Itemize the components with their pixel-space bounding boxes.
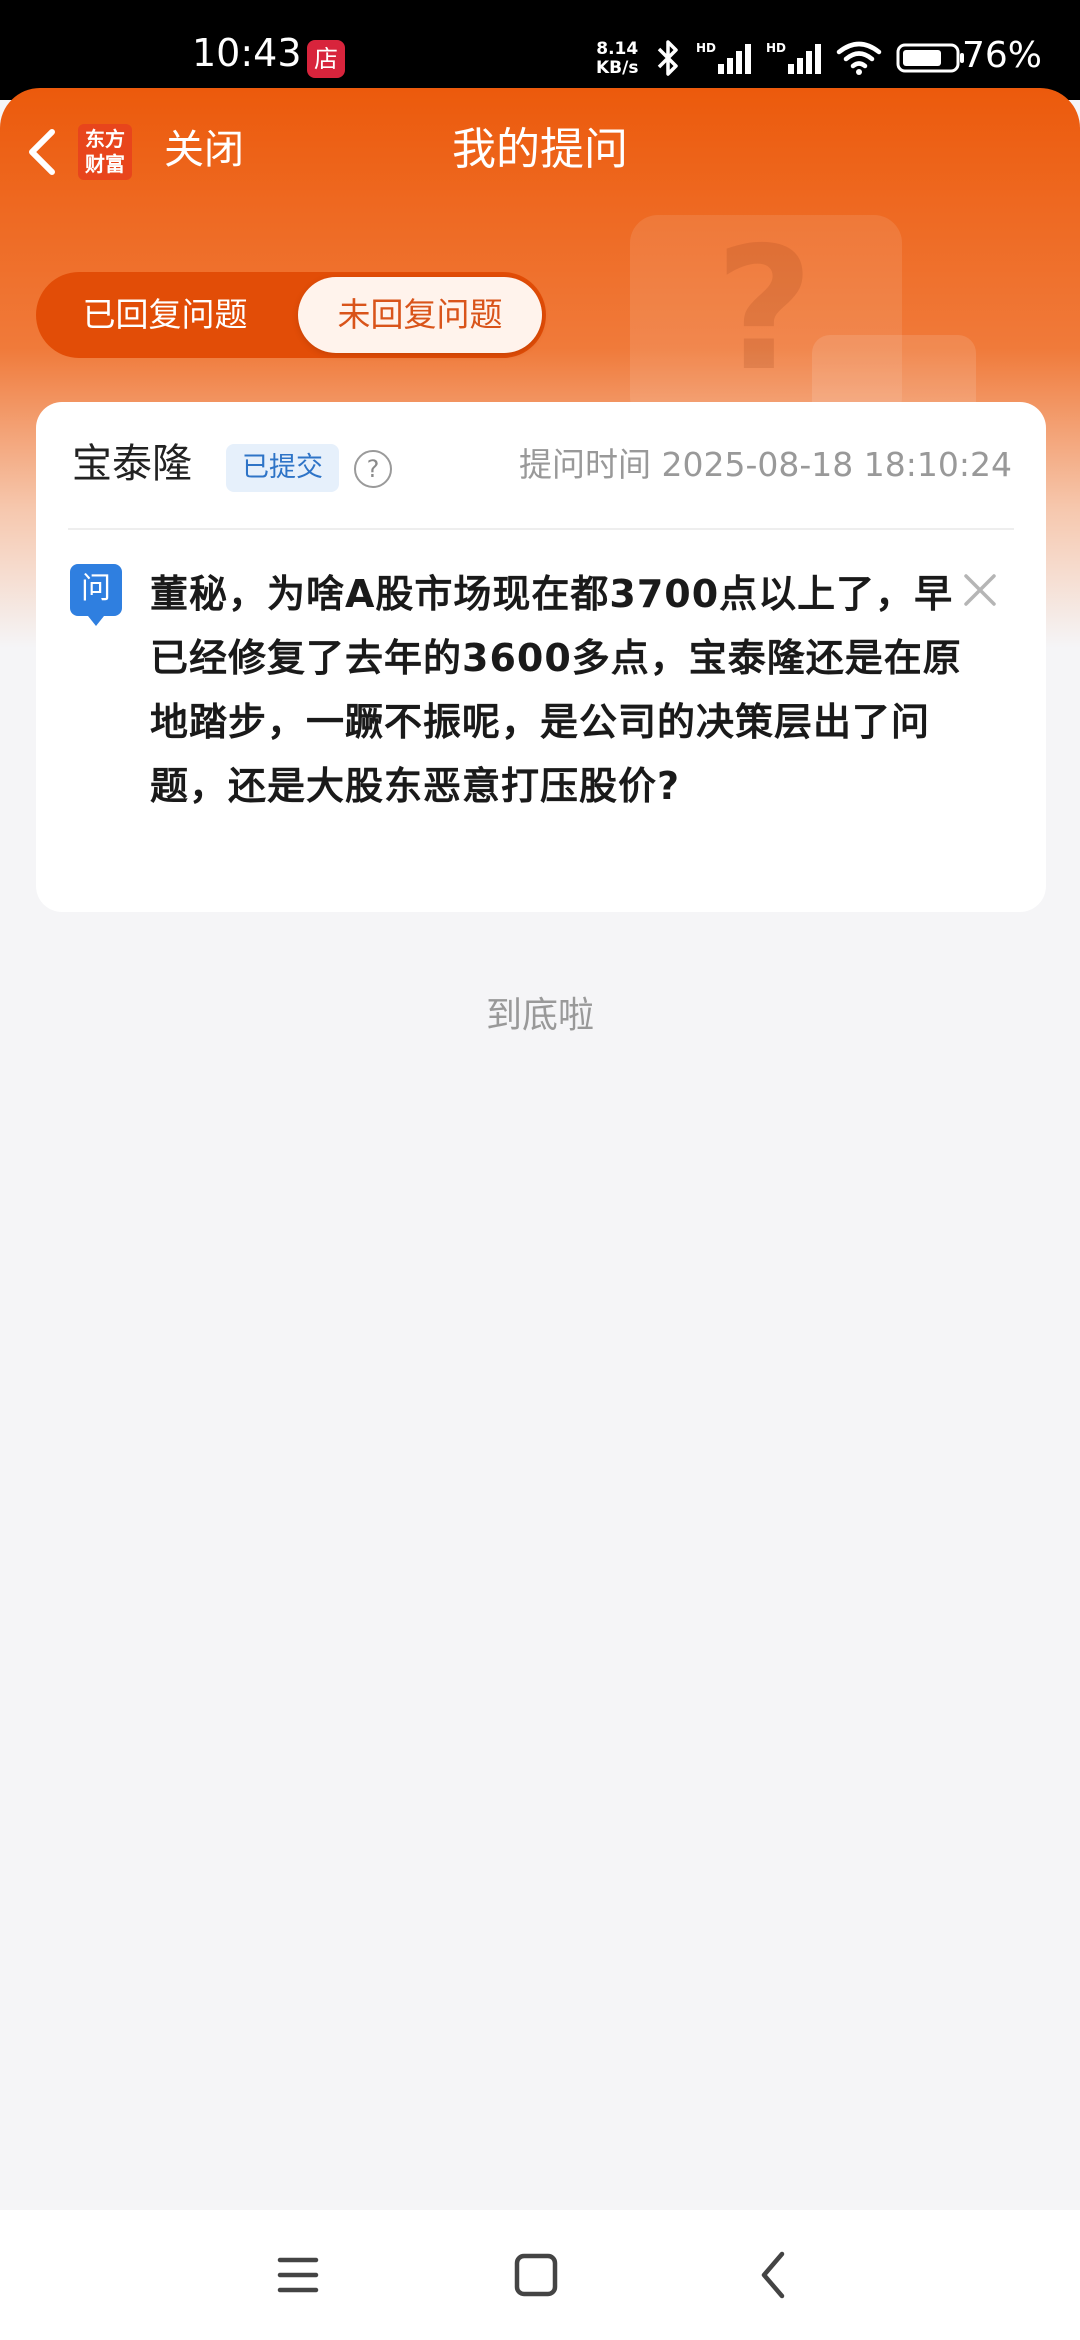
page-title: 我的提问 bbox=[452, 124, 628, 175]
hd-signal-icon: HD bbox=[766, 41, 821, 74]
ask-time: 提问时间 2025-08-18 18:10:24 bbox=[519, 445, 1012, 484]
question-card[interactable]: 宝泰隆 已提交 ? 提问时间 2025-08-18 18:10:24 问 董秘，… bbox=[36, 402, 1046, 912]
svg-text:HD: HD bbox=[696, 41, 716, 55]
network-speed: 8.14 KB/s bbox=[596, 40, 638, 78]
question-tabs: 已回复问题 未回复问题 bbox=[36, 272, 546, 358]
app-notification-icon: 店 bbox=[307, 40, 345, 78]
status-icons: HD HD bbox=[654, 38, 966, 78]
network-speed-value: 8.14 bbox=[596, 39, 639, 59]
question-text: 董秘，为啥A股市场现在都3700点以上了，早已经修复了去年的3600多点，宝泰隆… bbox=[150, 572, 962, 808]
bluetooth-icon bbox=[657, 40, 678, 76]
wifi-icon bbox=[836, 41, 882, 75]
help-icon[interactable]: ? bbox=[354, 450, 392, 488]
battery-icon bbox=[896, 43, 964, 73]
tab-replied[interactable]: 已回复问题 bbox=[36, 272, 294, 358]
system-nav-bar bbox=[0, 2210, 1080, 2340]
svg-text:HD: HD bbox=[766, 41, 786, 55]
company-name: 宝泰隆 bbox=[72, 441, 192, 487]
close-icon[interactable] bbox=[960, 570, 1000, 610]
status-time: 10:43 bbox=[192, 31, 302, 75]
question-mark-illustration: ? bbox=[715, 211, 814, 409]
status-bar: 10:43 店 8.14 KB/s HD HD 76% bbox=[0, 0, 1080, 100]
question-icon: 问 bbox=[70, 564, 122, 626]
end-of-list-text: 到底啦 bbox=[485, 995, 594, 1036]
back-icon[interactable] bbox=[734, 2240, 814, 2310]
network-speed-unit: KB/s bbox=[596, 58, 639, 78]
divider bbox=[68, 528, 1014, 530]
status-badge: 已提交 bbox=[226, 444, 339, 492]
hd-signal-icon: HD bbox=[696, 41, 751, 74]
battery-percent: 76% bbox=[962, 35, 1043, 76]
home-icon[interactable] bbox=[496, 2240, 576, 2310]
tab-unreplied[interactable]: 未回复问题 bbox=[298, 277, 542, 353]
menu-icon[interactable] bbox=[258, 2240, 338, 2310]
